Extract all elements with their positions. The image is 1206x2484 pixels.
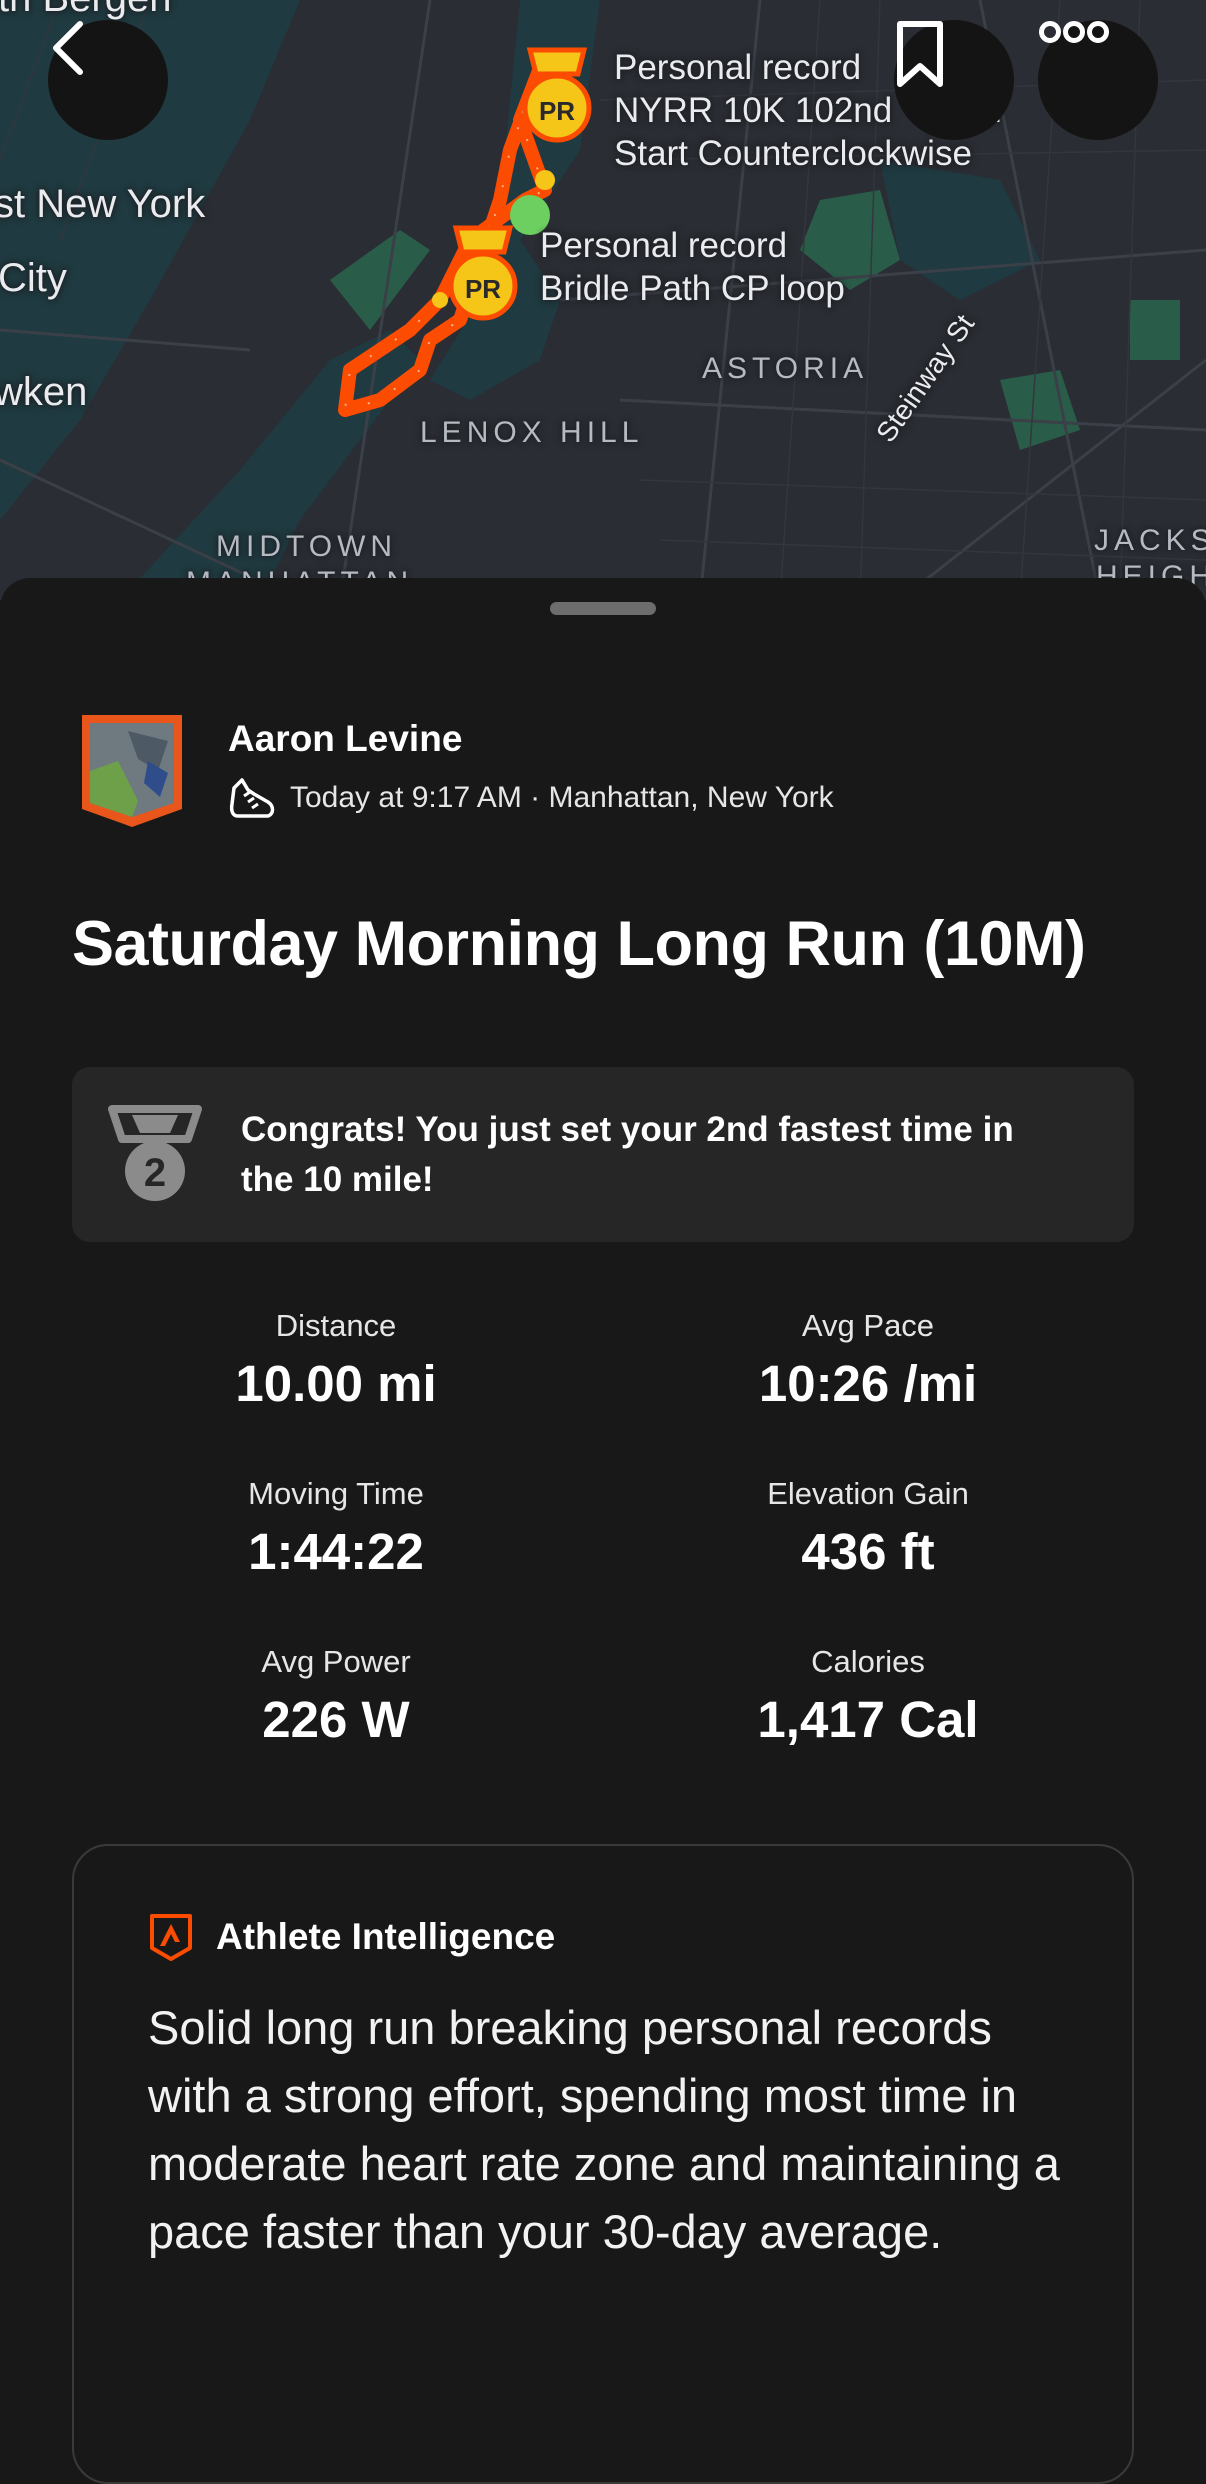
stat-label: Elevation Gain bbox=[767, 1476, 969, 1511]
map-label: MIDTOWN bbox=[216, 530, 398, 563]
stat-value: 226 W bbox=[262, 1691, 410, 1748]
avatar[interactable] bbox=[78, 711, 186, 829]
stat-distance: Distance 10.00 mi bbox=[66, 1308, 606, 1413]
stat-label: Avg Pace bbox=[801, 1308, 935, 1343]
activity-title: Saturday Morning Long Run (10M) bbox=[72, 909, 1086, 979]
pr-marker[interactable]: PR bbox=[448, 224, 518, 324]
stat-value: 1:44:22 bbox=[248, 1523, 424, 1580]
stat-label: Avg Power bbox=[261, 1644, 411, 1679]
avatar-image bbox=[82, 715, 182, 827]
map-label: City bbox=[0, 256, 67, 300]
more-dots-icon bbox=[1039, 21, 1109, 43]
more-options-button[interactable] bbox=[1038, 20, 1158, 140]
map-label: th Bergen bbox=[0, 0, 171, 21]
pr-title: Personal record bbox=[540, 226, 788, 265]
athlete-intelligence-header: Athlete Intelligence bbox=[148, 1912, 555, 1962]
stat-value: 10.00 mi bbox=[235, 1355, 437, 1412]
pr-badge-text: PR bbox=[464, 274, 502, 304]
medal-number: 2 bbox=[143, 1151, 167, 1195]
bookmark-button[interactable] bbox=[894, 20, 1014, 140]
map-label: JACKS bbox=[1094, 524, 1206, 557]
map-label: wken bbox=[0, 370, 88, 414]
stat-label: Calories bbox=[811, 1644, 925, 1679]
stat-moving-time: Moving Time 1:44:22 bbox=[66, 1476, 606, 1581]
chevron-left-icon bbox=[53, 21, 83, 75]
athlete-intelligence-icon bbox=[150, 1914, 192, 1961]
pr-marker[interactable]: PR bbox=[522, 46, 592, 146]
stat-value: 1,417 Cal bbox=[757, 1691, 979, 1748]
stat-avg-power: Avg Power 226 W bbox=[66, 1644, 606, 1749]
athlete-intelligence-summary: Solid long run breaking personal records… bbox=[148, 2001, 1060, 2258]
pr-marker-label: Personal record Bridle Path CP loop bbox=[540, 224, 845, 310]
achievement-banner[interactable]: 2 Congrats! You just set your 2nd fastes… bbox=[72, 1067, 1134, 1242]
route-map[interactable]: th Bergen st New York City wken ASTORIA … bbox=[0, 0, 1206, 600]
map-label: LENOX HILL bbox=[420, 416, 644, 449]
athlete-intelligence-card[interactable]: Athlete Intelligence Solid long run brea… bbox=[72, 1844, 1134, 2484]
drag-handle[interactable] bbox=[550, 602, 656, 615]
bookmark-icon bbox=[897, 21, 943, 87]
stat-calories: Calories 1,417 Cal bbox=[598, 1644, 1138, 1749]
activity-meta: Today at 9:17 AM · Manhattan, New York bbox=[228, 776, 834, 820]
stat-label: Distance bbox=[275, 1308, 397, 1343]
pr-badge-text: PR bbox=[538, 96, 576, 126]
stat-elevation-gain: Elevation Gain 436 ft bbox=[598, 1476, 1138, 1581]
achievement-text: Congrats! You just set your 2nd fastest … bbox=[241, 1110, 1014, 1199]
athlete-name[interactable]: Aaron Levine bbox=[228, 718, 462, 760]
activity-date-location: Today at 9:17 AM · Manhattan, New York bbox=[290, 781, 834, 814]
stat-value: 10:26 /mi bbox=[758, 1355, 978, 1412]
stat-value: 436 ft bbox=[801, 1523, 935, 1580]
medal-icon: 2 bbox=[108, 1105, 202, 1210]
athlete-intelligence-label: Athlete Intelligence bbox=[216, 1916, 556, 1957]
pr-segment-name: NYRR 10K 102nd bbox=[614, 91, 893, 130]
pr-segment-name: Bridle Path CP loop bbox=[540, 269, 845, 308]
running-shoe-icon bbox=[229, 778, 275, 818]
stat-avg-pace: Avg Pace 10:26 /mi bbox=[598, 1308, 1138, 1413]
back-button[interactable] bbox=[48, 20, 168, 140]
activity-sheet: Aaron Levine Today at 9:17 AM · Manhatta… bbox=[0, 578, 1206, 2484]
map-label: ASTORIA bbox=[702, 352, 869, 385]
stat-label: Moving Time bbox=[248, 1476, 424, 1511]
map-label: st New York bbox=[0, 182, 206, 226]
